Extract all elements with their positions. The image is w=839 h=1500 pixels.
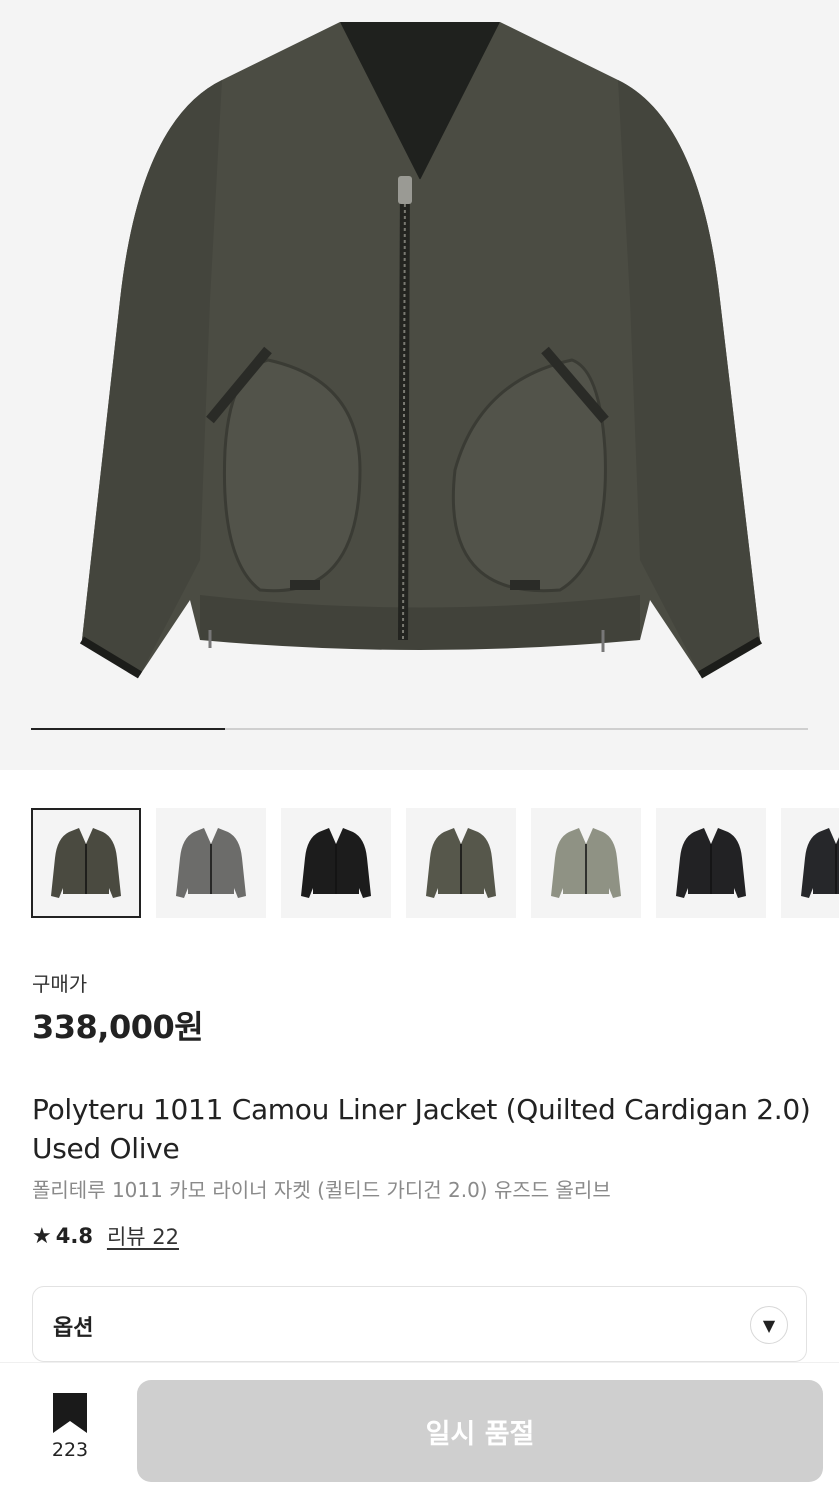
- product-title-en: Polyteru 1011 Camou Liner Jacket (Quilte…: [32, 1093, 811, 1165]
- product-hero-image[interactable]: [0, 0, 839, 770]
- gallery-progress-fill: [31, 728, 226, 730]
- gallery-progress-track: [31, 728, 808, 730]
- thumbnail-olive-jacket[interactable]: [31, 808, 141, 918]
- thumbnail-jacket-image: [176, 828, 246, 898]
- option-select[interactable]: 옵션 ▼: [32, 1286, 807, 1362]
- jacket-illustration: [79, 22, 763, 679]
- thumbnail-black-quilted-jacket[interactable]: [656, 808, 766, 918]
- thumbnail-black-jacket-partial[interactable]: [781, 808, 839, 918]
- chevron-down-icon[interactable]: ▼: [750, 1306, 788, 1344]
- thumbnail-jacket-image: [426, 828, 496, 898]
- bookmark-button[interactable]: 223: [34, 1393, 106, 1473]
- thumbnail-jacket-image: [301, 828, 371, 898]
- thumbnail-jacket-image: [801, 828, 839, 898]
- price-label: 구매가: [32, 972, 88, 996]
- thumbnail-jacket-image: [676, 828, 746, 898]
- thumbnail-strip[interactable]: [31, 808, 839, 918]
- rating-value: 4.8: [55, 1224, 93, 1248]
- thumbnail-black-fleece-jacket[interactable]: [281, 808, 391, 918]
- product-page: 구매가 338,000원 Polyteru 1011 Camou Liner J…: [0, 0, 839, 1500]
- product-title-ko: 폴리테루 1011 카모 라이너 자켓 (퀼티드 가디건 2.0) 유즈드 올리…: [32, 1178, 611, 1202]
- bookmark-count: 223: [51, 1439, 89, 1461]
- rating-row: ★ 4.8 리뷰 22: [32, 1220, 179, 1252]
- soldout-button[interactable]: 일시 품절: [137, 1380, 823, 1482]
- star-icon: ★: [32, 1223, 52, 1249]
- thumbnail-jacket-image: [51, 828, 121, 898]
- review-link[interactable]: 리뷰 22: [107, 1221, 179, 1251]
- bottom-action-bar: 223 일시 품절: [0, 1362, 839, 1500]
- bookmark-icon: [53, 1393, 87, 1433]
- option-label: 옵션: [53, 1316, 94, 1341]
- thumbnail-grey-jacket[interactable]: [156, 808, 266, 918]
- thumbnail-sage-jacket[interactable]: [531, 808, 641, 918]
- thumbnail-olive-zip-jacket[interactable]: [406, 808, 516, 918]
- price-value: 338,000원: [32, 1008, 204, 1046]
- thumbnail-jacket-image: [551, 828, 621, 898]
